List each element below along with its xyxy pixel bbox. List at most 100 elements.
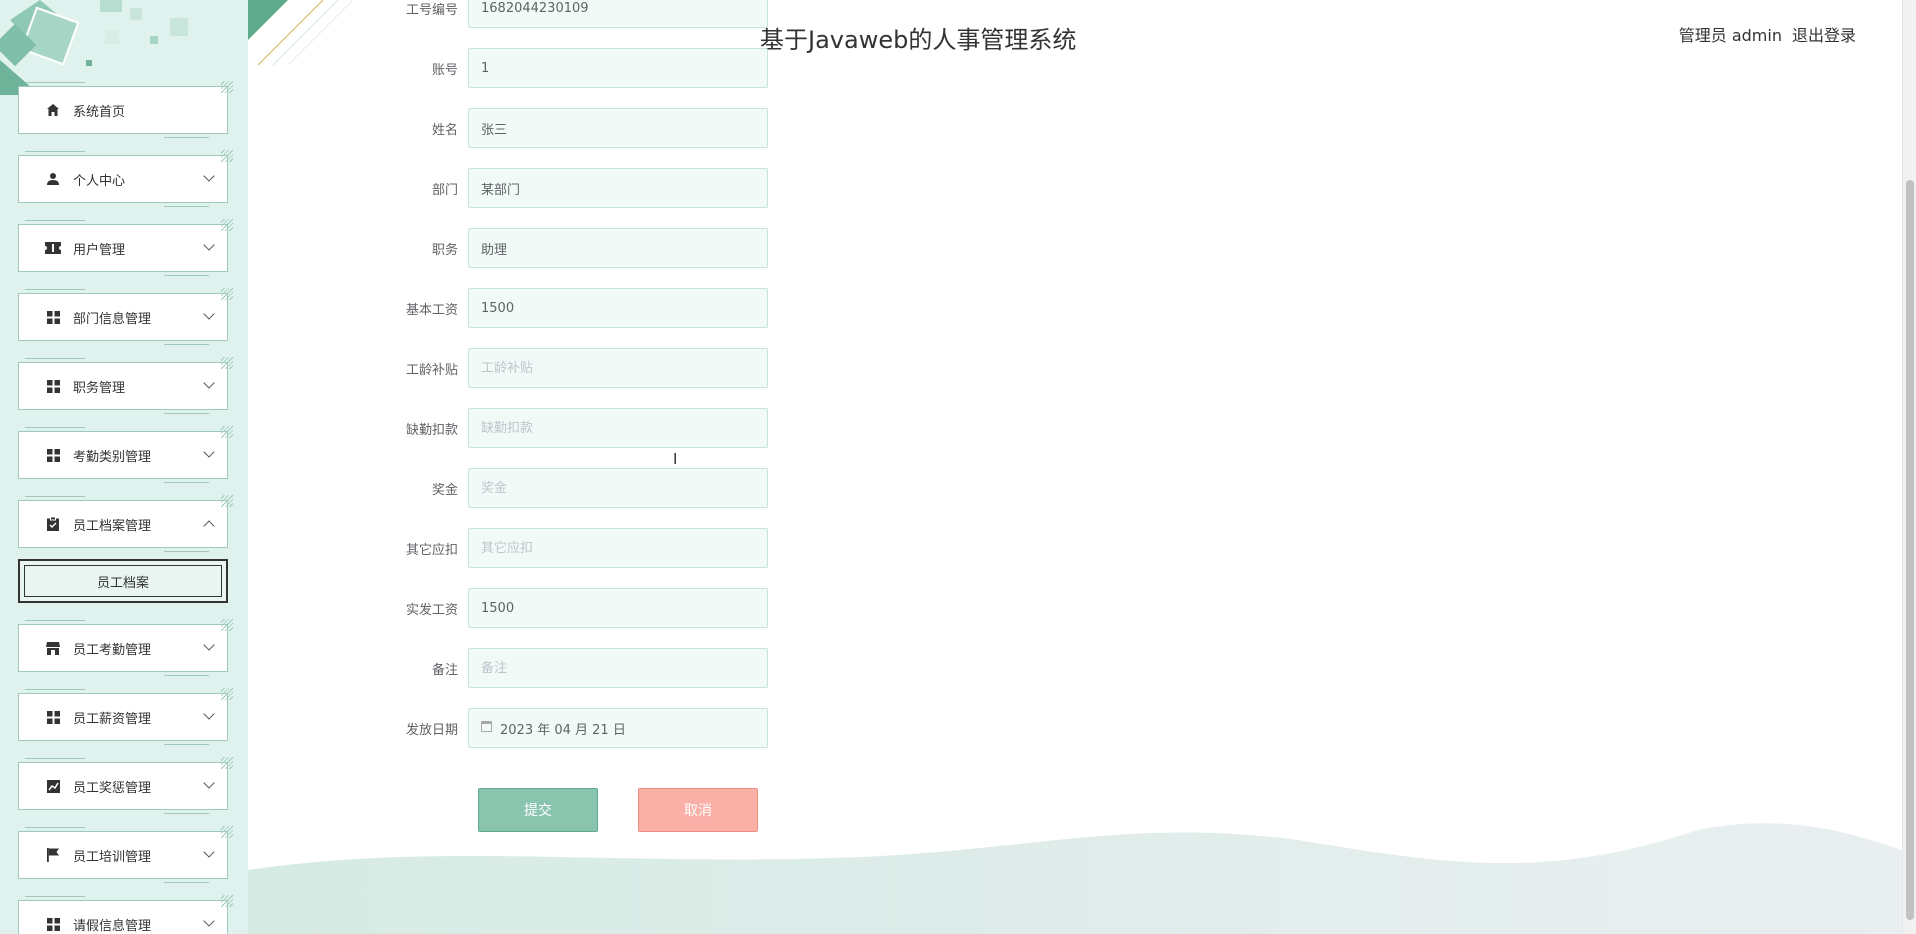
vertical-scrollbar[interactable] [1902, 0, 1916, 934]
form-row-base-salary: 基本工资 [400, 288, 780, 328]
field-label: 姓名 [431, 122, 458, 138]
corner-decoration [221, 619, 233, 631]
sidebar-item-attendance[interactable]: 员工考勤管理 [18, 619, 233, 676]
bonus-field[interactable] [468, 468, 768, 508]
sidebar-item-label: 职务管理 [73, 380, 126, 396]
corner-decoration [221, 426, 233, 438]
sidebar-item-label: 员工培训管理 [73, 849, 152, 865]
corner-decoration [221, 288, 233, 300]
field-label: 部门 [431, 182, 458, 198]
sidebar-item-label: 系统首页 [73, 104, 126, 120]
field-label: 实发工资 [405, 602, 458, 618]
form-row-net-salary: 实发工资 [400, 588, 780, 628]
corner-decoration [221, 150, 233, 162]
sidebar-item-departments[interactable]: 部门信息管理 [18, 288, 233, 345]
sidebar-item-employee-records[interactable]: 员工档案管理 [18, 495, 233, 552]
submenu-item-employee-record[interactable]: 员工档案 [18, 559, 228, 603]
grid-icon [45, 916, 61, 932]
sidebar-item-attendance-types[interactable]: 考勤类别管理 [18, 426, 233, 483]
submenu-item-label: 员工档案 [96, 575, 149, 591]
absence-deduction-field[interactable] [468, 408, 768, 448]
sidebar-item-rewards[interactable]: 员工奖惩管理 [18, 757, 233, 814]
chevron-down-icon [203, 639, 215, 651]
field-label: 缺勤扣款 [405, 422, 458, 438]
corner-decoration [221, 688, 233, 700]
field-label: 发放日期 [405, 722, 458, 738]
field-label: 奖金 [431, 482, 458, 498]
clipboard-icon [45, 516, 61, 532]
sidebar-item-home[interactable]: 系统首页 [18, 81, 233, 138]
wave-decoration [248, 823, 1902, 934]
sidebar-menu: 系统首页 个人中心 用户管理 部门信息管理 职务管理 考勤类别管理 员工档案管理… [18, 81, 233, 934]
sidebar-item-label: 个人中心 [73, 173, 126, 189]
sidebar-item-label: 部门信息管理 [73, 311, 152, 327]
form-row-employee-id: 工号编号 [400, 0, 780, 28]
field-label: 账号 [431, 62, 458, 78]
form-row-remarks: 备注 [400, 648, 780, 688]
chevron-down-icon [203, 170, 215, 182]
sidebar-item-label: 用户管理 [73, 242, 126, 258]
sidebar-item-salary[interactable]: 员工薪资管理 [18, 688, 233, 745]
field-label: 职务 [431, 242, 458, 258]
logout-link[interactable]: 退出登录 [1792, 22, 1856, 46]
field-label: 基本工资 [405, 302, 458, 318]
sidebar: 系统首页 个人中心 用户管理 部门信息管理 职务管理 考勤类别管理 员工档案管理… [0, 0, 248, 934]
remarks-field[interactable] [468, 648, 768, 688]
corner-decoration [221, 219, 233, 231]
account-field[interactable] [468, 48, 768, 88]
chevron-down-icon [203, 308, 215, 320]
grid-icon [45, 309, 61, 325]
chevron-down-icon [203, 915, 215, 927]
pay-date-picker[interactable]: 2023 年 04 月 21 日 [468, 708, 768, 748]
form-row-absence-deduction: 缺勤扣款 [400, 408, 780, 448]
corner-decoration [221, 495, 233, 507]
user-icon [45, 171, 61, 187]
chart-icon [45, 778, 61, 794]
chevron-down-icon [203, 446, 215, 458]
field-label: 其它应扣 [405, 542, 458, 558]
field-label: 工龄补贴 [405, 362, 458, 378]
sidebar-item-profile[interactable]: 个人中心 [18, 150, 233, 207]
grid-icon [45, 378, 61, 394]
corner-decoration [221, 895, 233, 907]
grid-icon [45, 709, 61, 725]
form-row-department: 部门 [400, 168, 780, 208]
chevron-down-icon [203, 708, 215, 720]
scrollbar-thumb[interactable] [1906, 180, 1914, 920]
corner-decoration [221, 757, 233, 769]
calendar-icon [481, 720, 492, 732]
chevron-down-icon [203, 239, 215, 251]
shop-icon [45, 640, 61, 656]
grid-icon [45, 447, 61, 463]
corner-decoration [221, 357, 233, 369]
employee-id-field[interactable] [468, 0, 768, 28]
sidebar-item-positions[interactable]: 职务管理 [18, 357, 233, 414]
chevron-down-icon [203, 846, 215, 858]
sidebar-item-leave[interactable]: 请假信息管理 [18, 895, 233, 934]
sidebar-item-users[interactable]: 用户管理 [18, 219, 233, 276]
field-label: 工号编号 [405, 2, 458, 18]
sidebar-item-label: 员工考勤管理 [73, 642, 152, 658]
user-info: 管理员 admin 退出登录 [1679, 22, 1856, 46]
name-field[interactable] [468, 108, 768, 148]
chevron-up-icon [203, 520, 215, 532]
sidebar-item-label: 考勤类别管理 [73, 449, 152, 465]
page-title: 基于Javaweb的人事管理系统 [760, 26, 1077, 54]
form-row-position: 职务 [400, 228, 780, 268]
net-salary-field[interactable] [468, 588, 768, 628]
sidebar-item-label: 员工档案管理 [73, 518, 152, 534]
department-field[interactable] [468, 168, 768, 208]
base-salary-field[interactable] [468, 288, 768, 328]
form-row-bonus: 奖金 [400, 468, 780, 508]
user-label: 管理员 admin [1678, 26, 1782, 45]
text-cursor-icon: Ⅰ [673, 450, 678, 468]
other-deductions-field[interactable] [468, 528, 768, 568]
chevron-down-icon [203, 777, 215, 789]
position-field[interactable] [468, 228, 768, 268]
form-row-name: 姓名 [400, 108, 780, 148]
corner-decoration [221, 826, 233, 838]
sidebar-item-training[interactable]: 员工培训管理 [18, 826, 233, 883]
seniority-allowance-field[interactable] [468, 348, 768, 388]
sidebar-item-label: 员工奖惩管理 [73, 780, 152, 796]
home-icon [45, 102, 61, 118]
